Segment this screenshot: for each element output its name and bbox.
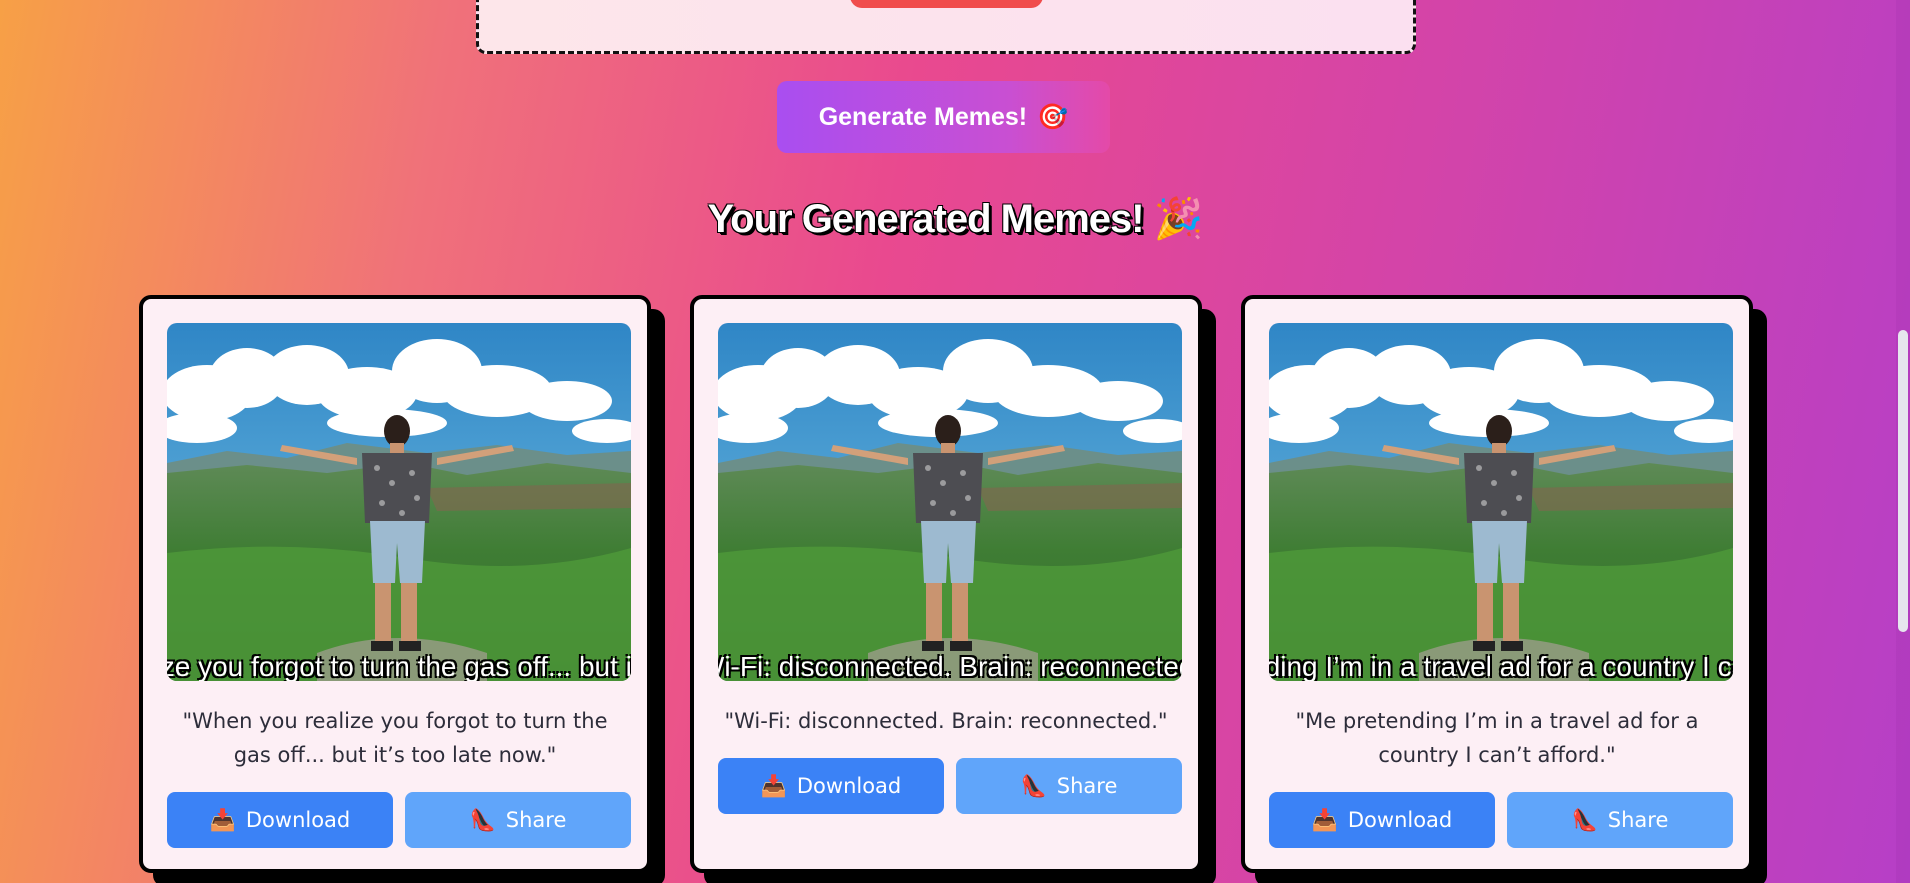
share-label: Share (1607, 808, 1669, 832)
download-button[interactable]: 📥 Download (718, 758, 944, 814)
meme-caption: "When you realize you forgot to turn the… (182, 709, 608, 767)
share-label: Share (1056, 774, 1118, 798)
party-popper-icon: 🎉 (1153, 197, 1204, 241)
download-label: Download (1347, 808, 1453, 832)
target-icon: 🎯 (1037, 102, 1069, 131)
meme-actions: 📥 Download 👠 Share (1269, 792, 1733, 848)
download-icon: 📥 (1311, 807, 1338, 832)
scrollbar-thumb[interactable] (1898, 330, 1908, 632)
download-icon: 📥 (760, 773, 787, 798)
generate-button-label: Generate Memes! (818, 102, 1028, 131)
vertical-scrollbar[interactable] (1896, 0, 1910, 883)
share-icon: 👠 (469, 807, 496, 832)
meme-caption: "Wi-Fi: disconnected. Brain: reconnected… (724, 709, 1168, 733)
download-button[interactable]: 📥 Download (167, 792, 393, 848)
landscape-photo (167, 323, 631, 681)
download-label: Download (245, 808, 351, 832)
results-title-text: Your Generated Memes! (707, 197, 1144, 241)
meme-overlay-text: Me pretending I’m in a travel ad for a c… (1269, 651, 1733, 681)
meme-image: Me pretending I’m in a travel ad for a c… (1269, 323, 1733, 681)
upload-dropzone[interactable] (476, 0, 1416, 54)
download-icon: 📥 (209, 807, 236, 832)
share-label: Share (505, 808, 567, 832)
meme-overlay-text-value: Wi-Fi: disconnected. Brain: reconnected. (718, 651, 1182, 681)
results-title: Your Generated Memes! 🎉 (0, 195, 1910, 242)
meme-image: Wi-Fi: disconnected. Brain: reconnected. (718, 323, 1182, 681)
meme-overlay-text: Wi-Fi: disconnected. Brain: reconnected. (718, 651, 1182, 681)
landscape-photo (1269, 323, 1733, 681)
meme-image: When you realize you forgot to turn the … (167, 323, 631, 681)
share-button[interactable]: 👠 Share (956, 758, 1182, 814)
share-icon: 👠 (1020, 773, 1047, 798)
download-button[interactable]: 📥 Download (1269, 792, 1495, 848)
share-button[interactable]: 👠 Share (405, 792, 631, 848)
generate-memes-button[interactable]: Generate Memes! 🎯 (777, 81, 1110, 153)
meme-caption: "Me pretending I’m in a travel ad for a … (1295, 709, 1699, 767)
share-button[interactable]: 👠 Share (1507, 792, 1733, 848)
landscape-photo (718, 323, 1182, 681)
meme-overlay-text: When you realize you forgot to turn the … (167, 651, 631, 681)
meme-actions: 📥 Download 👠 Share (718, 758, 1182, 814)
meme-overlay-text-value: Me pretending I’m in a travel ad for a c… (1269, 651, 1733, 681)
meme-card: Me pretending I’m in a travel ad for a c… (1241, 295, 1753, 873)
upload-button[interactable] (850, 0, 1043, 8)
meme-card: When you realize you forgot to turn the … (139, 295, 651, 873)
download-label: Download (796, 774, 902, 798)
share-icon: 👠 (1571, 807, 1598, 832)
meme-overlay-text-value: When you realize you forgot to turn the … (167, 651, 631, 681)
meme-card: Wi-Fi: disconnected. Brain: reconnected.… (690, 295, 1202, 873)
meme-actions: 📥 Download 👠 Share (167, 792, 631, 848)
